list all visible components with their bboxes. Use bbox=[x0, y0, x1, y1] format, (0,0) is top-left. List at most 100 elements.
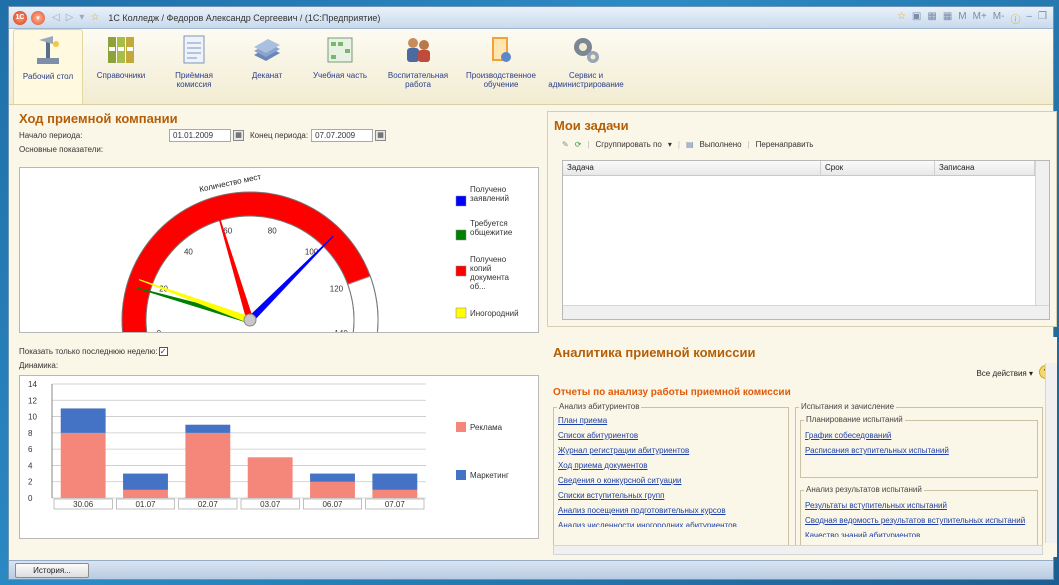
section-academic[interactable]: Учебная часть bbox=[305, 29, 375, 104]
x-tick-label: 01.07 bbox=[135, 500, 156, 509]
favorites-star-icon[interactable]: ☆ bbox=[90, 12, 99, 23]
all-actions-menu[interactable]: Все действия ▾ bbox=[976, 369, 1033, 378]
legend-label: Получено bbox=[470, 185, 507, 194]
report-link[interactable]: Журнал регистрации абитуриентов bbox=[558, 446, 788, 455]
books-icon bbox=[250, 33, 284, 67]
gauge-tick-label: 40 bbox=[184, 248, 193, 257]
column-task[interactable]: Задача bbox=[563, 161, 821, 175]
edit-icon[interactable]: ✎ bbox=[562, 140, 569, 149]
section-label: Учебная часть bbox=[312, 71, 368, 80]
gauge-needle bbox=[215, 206, 254, 322]
report-link[interactable]: Список абитуриентов bbox=[558, 431, 788, 440]
group-caption: Анализ результатов испытаний bbox=[804, 485, 924, 494]
period-start-input[interactable]: 01.01.2009 bbox=[169, 129, 231, 142]
report-link[interactable]: Сведения о конкурсной ситуации bbox=[558, 476, 788, 485]
vertical-scrollbar[interactable] bbox=[1035, 161, 1049, 306]
tasks-table-header: Задача Срок Записана bbox=[563, 161, 1049, 176]
memory-mminus[interactable]: M- bbox=[993, 11, 1005, 26]
bar-segment bbox=[123, 473, 168, 490]
show-last-week-checkbox[interactable]: ✓ bbox=[158, 347, 168, 356]
back-icon[interactable]: ◁ bbox=[52, 12, 60, 23]
report-link[interactable]: План приема bbox=[558, 416, 788, 425]
report-link[interactable]: Расписания вступительных испытаний bbox=[805, 446, 1037, 455]
section-references[interactable]: Справочники bbox=[86, 29, 156, 104]
memory-m[interactable]: M bbox=[958, 11, 966, 26]
gauge-tick-label: 140 bbox=[334, 329, 348, 332]
column-recorded[interactable]: Записана bbox=[935, 161, 1035, 175]
group-by-button[interactable]: Сгруппировать по bbox=[595, 140, 661, 149]
bar-segment bbox=[185, 432, 231, 498]
column-deadline[interactable]: Срок bbox=[821, 161, 935, 175]
app-logo-icon[interactable]: 1С bbox=[13, 10, 27, 25]
gauge-needle bbox=[138, 279, 252, 324]
history-dropdown-icon[interactable]: ▾ bbox=[79, 12, 84, 23]
legend-swatch bbox=[455, 229, 467, 241]
section-admissions[interactable]: Приёмная комиссия bbox=[159, 29, 229, 104]
forward-icon[interactable]: ▷ bbox=[66, 12, 74, 23]
dropdown-arrow-icon[interactable]: ▾ bbox=[668, 140, 672, 149]
report-link[interactable]: Анализ численности иногородних абитуриен… bbox=[558, 521, 788, 527]
report-link[interactable]: Качество знаний абитуриентов bbox=[805, 531, 1037, 537]
panel-title: Ход приемной компании bbox=[19, 111, 178, 126]
period-end-input[interactable]: 07.07.2009 bbox=[311, 129, 374, 142]
calendar-button-icon[interactable]: ▦ bbox=[233, 130, 244, 141]
window-title: 1С Колледж / Федоров Александр Сергеевич… bbox=[108, 12, 381, 23]
legend-label: об... bbox=[470, 282, 486, 291]
gauge-chart: 020406080100120140Количество местПолучен… bbox=[19, 167, 539, 339]
report-link[interactable]: График собеседований bbox=[805, 431, 1037, 440]
people-icon bbox=[401, 33, 435, 67]
analytics-scrollbar[interactable] bbox=[1045, 363, 1057, 543]
refresh-icon[interactable]: ⟳ bbox=[575, 140, 582, 149]
group-caption: Испытания и зачисление bbox=[799, 402, 897, 411]
section-service[interactable]: Сервис и администрирование bbox=[544, 29, 628, 104]
x-tick-label: 07.07 bbox=[385, 500, 406, 509]
restore-icon[interactable]: ❐ bbox=[1038, 11, 1047, 26]
calculator-icon[interactable]: ▦ bbox=[927, 11, 936, 26]
report-link[interactable]: Анализ посещения подготовительных курсов bbox=[558, 506, 788, 515]
my-tasks-panel: Мои задачи ✎ ⟳ | Сгруппировать по ▾ | ▤ … bbox=[547, 111, 1057, 327]
status-bar: История... bbox=[9, 560, 1053, 579]
legend-label: Иногородний bbox=[470, 309, 519, 318]
legend-label: Маркетинг bbox=[470, 471, 509, 480]
favorites-icon[interactable]: ☆ bbox=[897, 11, 906, 26]
gauge-needle bbox=[247, 235, 334, 323]
main-menu-icon[interactable]: ▾ bbox=[31, 10, 45, 25]
analytics-title: Аналитика приемной комиссии bbox=[553, 345, 756, 360]
section-production[interactable]: Производственное обучение bbox=[461, 29, 541, 104]
bar-segment bbox=[123, 489, 168, 498]
report-link[interactable]: Результаты вступительных испытаний bbox=[805, 501, 1037, 510]
analytics-hscrollbar[interactable] bbox=[553, 545, 1043, 555]
x-tick-label: 02.07 bbox=[198, 500, 219, 509]
section-education[interactable]: Воспитательная работа bbox=[378, 29, 458, 104]
minimize-icon[interactable]: – bbox=[1026, 11, 1032, 26]
gauge-svg: 020406080100120140Количество местПолучен… bbox=[121, 172, 519, 339]
report-link[interactable]: Списки вступительных групп bbox=[558, 491, 788, 500]
memory-mplus[interactable]: M+ bbox=[973, 11, 987, 26]
legend-swatch bbox=[455, 195, 467, 207]
planning-group: Планирование испытаний График собеседова… bbox=[800, 415, 1038, 478]
info-icon[interactable]: ⓘ bbox=[1010, 11, 1020, 26]
print-icon[interactable]: ▣ bbox=[912, 11, 921, 26]
calendar-icon[interactable]: ▦ bbox=[943, 11, 952, 26]
section-label: Приёмная комиссия bbox=[175, 71, 213, 89]
section-desktop[interactable]: Рабочий стол bbox=[13, 29, 83, 104]
bar-segment bbox=[372, 489, 418, 498]
done-button[interactable]: Выполнено bbox=[700, 140, 742, 149]
y-tick-label: 12 bbox=[28, 396, 37, 405]
x-tick-label: 30.06 bbox=[73, 500, 94, 509]
history-button[interactable]: История... bbox=[15, 563, 89, 578]
legend-label: Требуется bbox=[470, 219, 508, 228]
sections-panel: Рабочий стол Справочники Приёмная комисс… bbox=[9, 29, 1053, 105]
tasks-table[interactable]: Задача Срок Записана bbox=[562, 160, 1050, 320]
legend-label: Получено bbox=[470, 255, 507, 264]
horizontal-scrollbar[interactable] bbox=[563, 305, 1049, 319]
y-tick-label: 14 bbox=[28, 380, 37, 389]
section-deanery[interactable]: Деканат bbox=[232, 29, 302, 104]
legend-swatch bbox=[455, 265, 467, 277]
report-link[interactable]: Ход приема документов bbox=[558, 461, 788, 470]
report-link[interactable]: Сводная ведомость результатов вступитель… bbox=[805, 516, 1037, 525]
bar-segment bbox=[247, 457, 293, 498]
redirect-button[interactable]: Перенаправить bbox=[756, 140, 814, 149]
analytics-panel: Аналитика приемной комиссии Все действия… bbox=[547, 337, 1057, 557]
calendar-button-icon[interactable]: ▦ bbox=[375, 130, 387, 141]
